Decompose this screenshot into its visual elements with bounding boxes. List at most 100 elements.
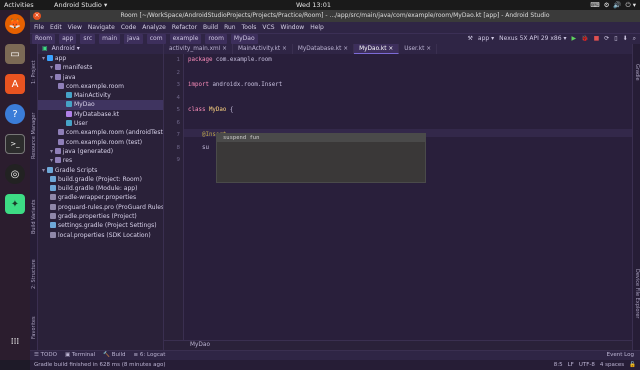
gradle-tab[interactable]: Gradle <box>634 64 640 81</box>
editor-tab[interactable]: MainActivity.kt × <box>233 44 293 54</box>
menu-run[interactable]: Run <box>224 22 236 33</box>
menu-view[interactable]: View <box>68 22 82 33</box>
completion-item[interactable]: suspend fun <box>217 134 425 142</box>
editor-tab[interactable]: MyDao.kt × <box>354 44 400 54</box>
terminal-icon[interactable]: >_ <box>5 134 25 154</box>
run-icon[interactable]: ▶ <box>571 34 576 44</box>
nav-crumb[interactable]: Room <box>32 34 56 44</box>
tree-item[interactable]: settings.gradle (Project Settings) <box>38 221 163 230</box>
structure-tab[interactable]: 2: Structure <box>31 259 37 289</box>
volume-icon[interactable]: 🔊 <box>613 0 621 10</box>
project-tool-tab[interactable]: 1: Project <box>31 60 37 84</box>
tree-item[interactable]: proguard-rules.pro (ProGuard Rules) <box>38 203 163 212</box>
resource-manager-tab[interactable]: Resource Manager <box>31 113 37 159</box>
device-file-explorer-tab[interactable]: Device File Explorer <box>634 269 640 318</box>
nav-crumb[interactable]: com <box>146 34 166 44</box>
menu-refactor[interactable]: Refactor <box>172 22 197 33</box>
clock[interactable]: Wed 13:01 <box>296 0 331 10</box>
device-select[interactable]: Nexus 5X API 29 x86 ▾ <box>499 34 566 44</box>
file-icon <box>46 166 53 173</box>
tree-item-label: res <box>62 157 73 165</box>
activities-button[interactable]: Activities <box>4 0 34 10</box>
hammer-icon[interactable]: ⚒ <box>468 34 473 44</box>
menu-file[interactable]: File <box>34 22 44 33</box>
tree-item[interactable]: build.gradle (Module: app) <box>38 184 163 193</box>
project-view-select[interactable]: Android ▾ <box>52 44 80 54</box>
network-icon[interactable]: ⚙ <box>604 0 610 10</box>
tree-item[interactable]: User <box>38 119 163 128</box>
tree-item[interactable]: com.example.room (test) <box>38 138 163 147</box>
help-icon[interactable]: ? <box>5 104 25 124</box>
tree-item-label: MainActivity <box>74 92 111 100</box>
menu-tools[interactable]: Tools <box>242 22 257 33</box>
app-menu[interactable]: Android Studio ▾ <box>54 0 107 10</box>
nav-crumb[interactable]: main <box>99 34 121 44</box>
tree-item[interactable]: gradle-wrapper.properties <box>38 193 163 202</box>
tree-item[interactable]: build.gradle (Project: Room) <box>38 175 163 184</box>
code-line: class MyDao { <box>188 107 234 113</box>
editor-breadcrumb[interactable]: MyDao <box>164 340 632 350</box>
nav-crumb[interactable]: java <box>124 34 143 44</box>
tree-item-label: com.example.room <box>66 82 124 90</box>
nav-crumb[interactable]: room <box>205 34 227 44</box>
nav-crumb[interactable]: app <box>59 34 77 44</box>
editor-tab[interactable]: activity_main.xml × <box>164 44 233 54</box>
nav-crumb[interactable]: src <box>80 34 96 44</box>
software-icon[interactable]: A <box>5 74 25 94</box>
close-icon[interactable]: × <box>33 12 41 20</box>
tree-item[interactable]: ▾ java <box>38 73 163 82</box>
avd-manager-icon[interactable]: ▯ <box>614 34 617 44</box>
tree-item[interactable]: local.properties (SDK Location) <box>38 231 163 240</box>
run-config-select[interactable]: app ▾ <box>478 34 494 44</box>
line-separator[interactable]: LF <box>568 360 574 370</box>
build-variants-tab[interactable]: Build Variants <box>31 200 37 234</box>
stop-icon[interactable]: ■ <box>594 34 600 44</box>
menu-window[interactable]: Window <box>281 22 305 33</box>
tree-item[interactable]: MyDao <box>38 100 163 110</box>
editor-tab[interactable]: MyDatabase.kt × <box>293 44 355 54</box>
tree-item[interactable]: MainActivity <box>38 91 163 100</box>
project-panel-header: ▣ Android ▾ <box>38 44 163 54</box>
search-icon[interactable]: ⌕ <box>633 34 636 44</box>
file-encoding[interactable]: UTF-8 <box>579 360 595 370</box>
tree-item[interactable]: ▾ Gradle Scripts <box>38 166 163 175</box>
nav-crumb[interactable]: MyDao <box>230 34 258 44</box>
menu-help[interactable]: Help <box>310 22 324 33</box>
tree-item[interactable]: ▾ app <box>38 54 163 63</box>
system-tray[interactable]: ⌨ ⚙ 🔊 ⏻ ▾ <box>590 0 636 10</box>
menu-vcs[interactable]: VCS <box>262 22 274 33</box>
nav-crumb[interactable]: example <box>169 34 202 44</box>
tree-item[interactable]: ▾ java (generated) <box>38 147 163 156</box>
line-number-gutter: 1 2 3 4 5 6 7 8 9 <box>164 54 184 340</box>
android-studio-icon[interactable]: ✦ <box>5 194 25 214</box>
files-icon[interactable]: ▭ <box>5 44 25 64</box>
tree-item[interactable]: ▾ res <box>38 156 163 165</box>
firefox-icon[interactable]: 🦊 <box>5 14 25 34</box>
power-icon[interactable]: ⏻ ▾ <box>626 0 636 10</box>
cursor-position[interactable]: 8:5 <box>554 360 563 370</box>
menu-analyze[interactable]: Analyze <box>142 22 166 33</box>
file-icon <box>66 110 72 117</box>
tree-item-label: MyDao <box>74 101 95 109</box>
tree-item[interactable]: ▾ manifests <box>38 63 163 72</box>
favorites-tab[interactable]: Favorites <box>31 316 37 339</box>
menu-edit[interactable]: Edit <box>50 22 62 33</box>
sync-icon[interactable]: ⟳ <box>604 34 609 44</box>
debug-icon[interactable]: 🐞 <box>581 34 588 44</box>
show-apps-icon[interactable]: ⁞⁞⁞ <box>5 332 25 352</box>
menu-build[interactable]: Build <box>203 22 218 33</box>
indent-setting[interactable]: 4 spaces <box>600 360 624 370</box>
tree-item[interactable]: MyDatabase.kt <box>38 110 163 119</box>
tree-item[interactable]: gradle.properties (Project) <box>38 212 163 221</box>
menu-navigate[interactable]: Navigate <box>88 22 115 33</box>
keyboard-icon[interactable]: ⌨ <box>590 0 599 10</box>
editor-tab[interactable]: User.kt × <box>399 44 438 54</box>
event-log-tab[interactable]: Event Log <box>607 351 634 360</box>
line-number: 6 <box>176 119 181 126</box>
sdk-manager-icon[interactable]: ⬇ <box>623 34 628 44</box>
lock-icon[interactable]: 🔓 <box>629 360 636 370</box>
menu-code[interactable]: Code <box>121 22 136 33</box>
tree-item[interactable]: com.example.room <box>38 82 163 91</box>
tree-item[interactable]: com.example.room (androidTest) <box>38 128 163 137</box>
obs-icon[interactable]: ◎ <box>5 164 25 184</box>
